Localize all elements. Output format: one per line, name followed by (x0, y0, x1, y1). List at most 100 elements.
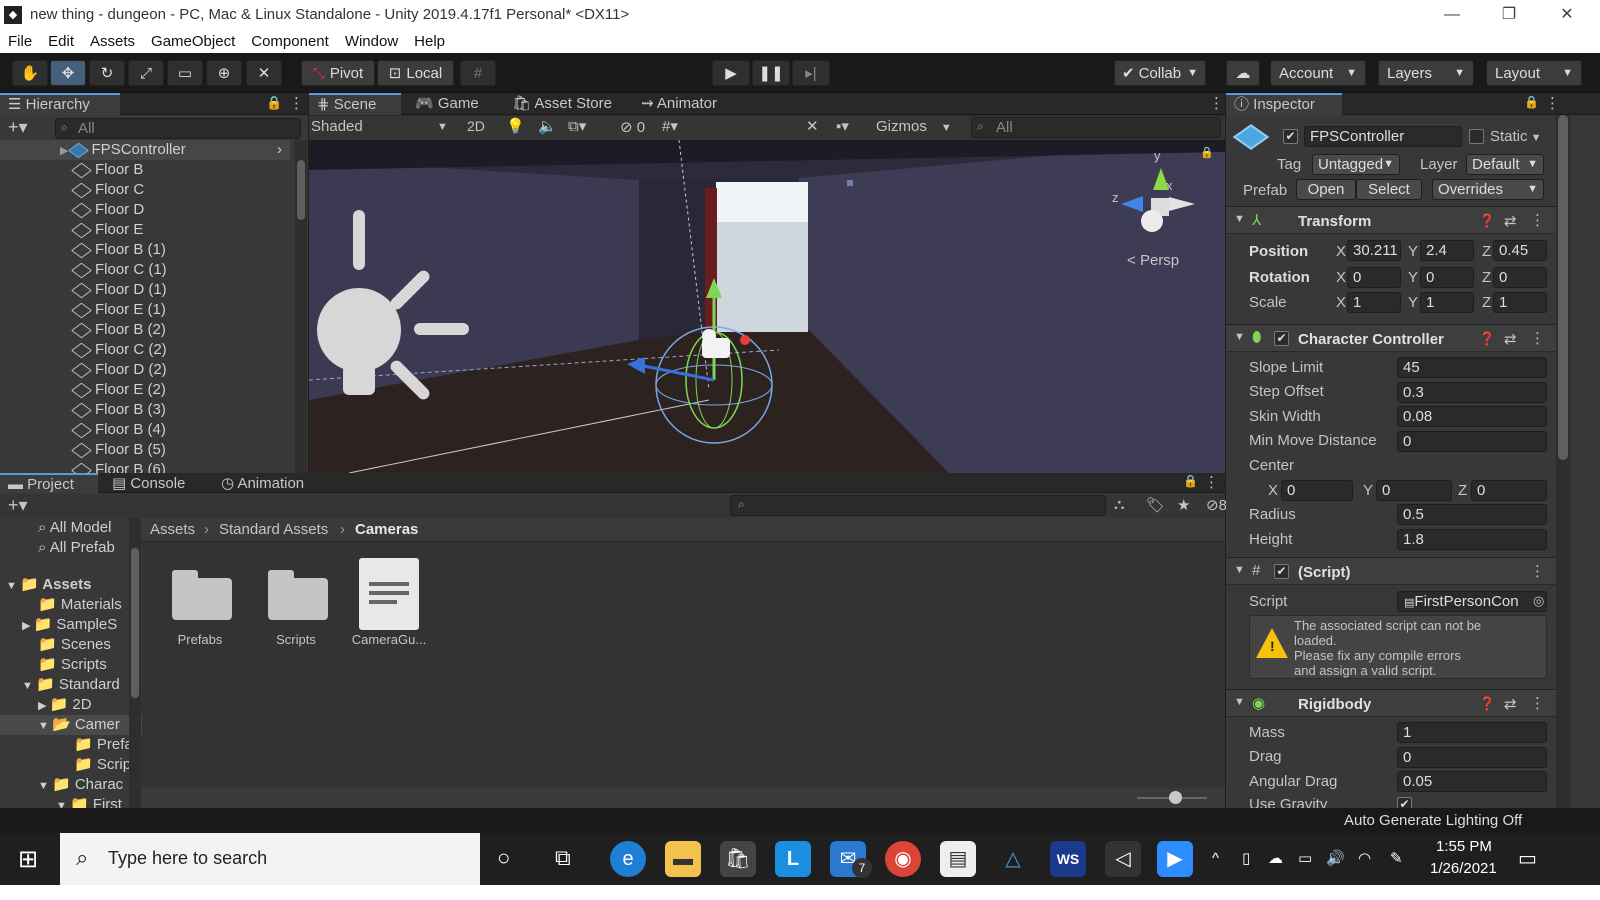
hierarchy-item[interactable]: Floor B (2) (71, 320, 166, 340)
windows-start-icon[interactable]: ⊞ (18, 845, 38, 874)
tree-item[interactable]: ▼ 📁 Standard (22, 675, 120, 695)
hierarchy-item[interactable]: Floor B (71, 160, 143, 180)
rotation-y-field[interactable]: 0 (1420, 267, 1474, 288)
hierarchy-item[interactable]: Floor D (2) (71, 360, 167, 380)
collab-dropdown[interactable]: ✔ Collab ▼ (1114, 60, 1206, 86)
min-move-distance-field[interactable]: 0 (1397, 431, 1547, 452)
layer-dropdown[interactable]: Default ▼ (1466, 154, 1544, 175)
position-x-field[interactable]: 30.211 (1347, 240, 1401, 261)
menu-gameobject[interactable]: GameObject (143, 33, 243, 50)
cloud-icon[interactable]: ☁ (1226, 60, 1260, 86)
microsoft-store-icon[interactable]: 🛍 (720, 841, 756, 877)
filter-by-type-icon[interactable]: ⛬ (1114, 496, 1125, 513)
taskbar-search-box[interactable]: ⌕ Type here to search (60, 833, 480, 885)
menu-file[interactable]: File (0, 33, 40, 50)
perspective-toggle[interactable]: < Persp (1127, 252, 1179, 269)
volume-icon[interactable]: 🔊 (1326, 849, 1345, 867)
tab-animator[interactable]: ⇝ Animator (633, 93, 725, 115)
presets-icon[interactable]: ⇄ (1504, 212, 1517, 230)
lock-icon[interactable]: 🔒 (1200, 146, 1214, 159)
help-icon[interactable]: ❓ (1479, 696, 1495, 712)
scrollbar-thumb[interactable] (1558, 115, 1568, 460)
kebab-menu-icon[interactable]: ⋮ (1530, 562, 1545, 580)
create-asset-button[interactable]: +▾ (8, 495, 28, 516)
skin-width-field[interactable]: 0.08 (1397, 406, 1547, 427)
hierarchy-item[interactable]: Floor D (71, 200, 144, 220)
rotation-z-field[interactable]: 0 (1493, 267, 1547, 288)
camera-dropdown-icon[interactable]: ▪▾ (836, 117, 849, 135)
audio-toggle-icon[interactable]: 🔈 (538, 117, 557, 135)
shading-dropdown[interactable]: Shaded ▼ (311, 118, 461, 135)
tag-dropdown[interactable]: Untagged ▼ (1312, 154, 1400, 175)
hierarchy-scrollbar[interactable] (295, 140, 307, 473)
help-icon[interactable]: ❓ (1479, 331, 1495, 347)
height-field[interactable]: 1.8 (1397, 529, 1547, 550)
scene-viewport[interactable]: y x z < Persp 🔒 (309, 140, 1225, 473)
tab-asset-store[interactable]: 🛍 Asset Store (504, 93, 620, 115)
scale-x-field[interactable]: 1 (1347, 292, 1401, 313)
hierarchy-item[interactable]: Floor B (1) (71, 240, 166, 260)
favorites-star-icon[interactable]: ★ (1177, 496, 1190, 514)
kebab-menu-icon[interactable]: ⋮ (1530, 211, 1545, 229)
scene-search-input[interactable]: All (971, 117, 1221, 138)
tree-scrollbar[interactable] (129, 518, 141, 808)
scale-tool-icon[interactable]: ⤢ (128, 60, 164, 86)
launcher-l-icon[interactable]: L (775, 841, 811, 877)
file-item-scripts[interactable]: Scripts (256, 558, 336, 658)
enabled-checkbox[interactable]: ✔ (1274, 564, 1289, 579)
menu-window[interactable]: Window (337, 33, 406, 50)
hierarchy-item[interactable]: Floor E (71, 220, 143, 240)
pen-icon[interactable]: ✎ (1390, 849, 1403, 867)
file-explorer-icon[interactable]: ▬ (665, 841, 701, 877)
hierarchy-item[interactable]: Floor E (2) (71, 380, 166, 400)
pause-button[interactable]: ❚❚ (752, 60, 790, 86)
scale-z-field[interactable]: 1 (1493, 292, 1547, 313)
tab-hierarchy[interactable]: ☰ Hierarchy (0, 93, 120, 115)
notepad-icon[interactable]: ▤ (940, 841, 976, 877)
hierarchy-item[interactable]: Floor B (5) (71, 440, 166, 460)
hierarchy-item[interactable]: Floor B (6) (71, 460, 166, 473)
kebab-menu-icon[interactable]: ⋮ (1209, 94, 1224, 112)
menu-component[interactable]: Component (243, 33, 337, 50)
local-toggle[interactable]: ⊡ Local (377, 60, 454, 86)
active-checkbox[interactable]: ✔ (1283, 129, 1298, 144)
battery-icon[interactable]: ▭ (1298, 849, 1312, 867)
tree-item[interactable]: ▶ 📁 2D (38, 695, 92, 715)
tree-item-assets[interactable]: ▼ 📁 Assets (6, 575, 91, 595)
edge-browser-icon[interactable]: e (610, 841, 646, 877)
kebab-menu-icon[interactable]: ⋮ (289, 94, 304, 112)
radius-field[interactable]: 0.5 (1397, 504, 1547, 525)
tab-console[interactable]: ▤ Console (104, 473, 193, 495)
lock-icon[interactable]: 🔒 (266, 95, 282, 111)
maximize-button[interactable]: ❐ (1480, 0, 1538, 29)
presets-icon[interactable]: ⇄ (1504, 330, 1517, 348)
gizmos-dropdown[interactable]: Gizmos ▼ (876, 118, 952, 135)
rect-tool-icon[interactable]: ▭ (167, 60, 203, 86)
rigidbody-component-header[interactable]: ▼ ◉ Rigidbody ❓ ⇄ ⋮ (1226, 689, 1556, 717)
help-icon[interactable]: ❓ (1479, 213, 1495, 229)
notifications-icon[interactable]: ▭ (1518, 846, 1537, 871)
hierarchy-item[interactable]: Floor C (71, 180, 144, 200)
pivot-toggle[interactable]: ⤡ Pivot (301, 60, 375, 86)
hierarchy-item[interactable]: Floor C (1) (71, 260, 167, 280)
menu-help[interactable]: Help (406, 33, 453, 50)
static-dropdown[interactable]: Static ▼ (1490, 128, 1541, 145)
webstorm-icon[interactable]: WS (1050, 841, 1086, 877)
center-y-field[interactable]: 0 (1376, 480, 1452, 501)
slope-limit-field[interactable]: 45 (1397, 357, 1547, 378)
layout-dropdown[interactable]: Layout ▼ (1486, 60, 1582, 86)
file-item-cameraguide[interactable]: CameraGu... (346, 558, 432, 658)
scrollbar-thumb[interactable] (297, 160, 305, 220)
tab-game[interactable]: 🎮 Game (407, 93, 487, 115)
2d-toggle[interactable]: 2D (467, 118, 485, 134)
hierarchy-item[interactable]: Floor D (1) (71, 280, 167, 300)
script-component-header[interactable]: ▼ # ✔ (Script) ⋮ (1226, 557, 1556, 585)
kebab-menu-icon[interactable]: ⋮ (1530, 694, 1545, 712)
tree-item[interactable]: 📁 Prefa (74, 735, 133, 755)
presets-icon[interactable]: ⇄ (1504, 695, 1517, 713)
rotate-tool-icon[interactable]: ↻ (89, 60, 125, 86)
slider-thumb[interactable] (1169, 791, 1182, 804)
hierarchy-item-fpscontroller[interactable]: ▶ FPSController › (0, 140, 290, 160)
clock-time[interactable]: 1:55 PM (1436, 838, 1492, 855)
breadcrumb-cameras[interactable]: Cameras (355, 521, 418, 538)
